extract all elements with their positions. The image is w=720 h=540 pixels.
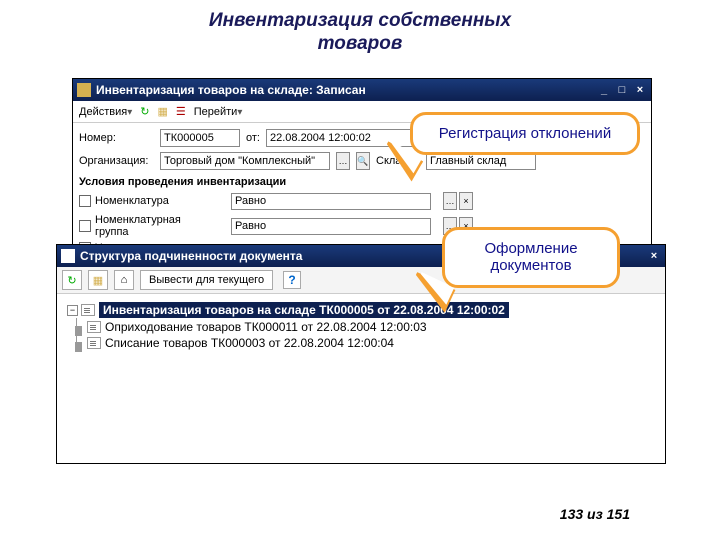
callout-line2: документов bbox=[490, 257, 571, 274]
minimize-button[interactable]: _ bbox=[597, 84, 611, 96]
close-button[interactable]: × bbox=[633, 84, 647, 96]
toolbar-icon[interactable]: ▦ bbox=[157, 105, 167, 118]
callout-line1: Оформление bbox=[484, 240, 577, 257]
date-label: от: bbox=[246, 132, 260, 144]
num-input[interactable]: ТК000005 bbox=[160, 129, 240, 147]
refresh-icon[interactable]: ↻ bbox=[62, 270, 82, 290]
slide-title: Инвентаризация собственных товаров bbox=[0, 0, 720, 64]
group-checkbox[interactable] bbox=[79, 220, 91, 232]
maximize-button[interactable]: □ bbox=[615, 84, 629, 96]
toolbar-icon[interactable]: ↻ bbox=[140, 105, 149, 118]
callout-registration: Регистрация отклонений bbox=[410, 112, 640, 155]
close-button[interactable]: × bbox=[647, 250, 661, 262]
window-buttons: × bbox=[647, 250, 661, 262]
tree-child-row[interactable]: Оприходование товаров ТК000011 от 22.08.… bbox=[87, 320, 655, 334]
doc-icon[interactable]: ▦ bbox=[88, 270, 108, 290]
tree-child-text: Списание товаров ТК000003 от 22.08.2004 … bbox=[105, 336, 394, 350]
document-icon bbox=[87, 337, 101, 349]
tree-icon[interactable]: ⌂ bbox=[114, 270, 134, 290]
document-icon bbox=[81, 304, 95, 316]
window-title: Инвентаризация товаров на складе: Записа… bbox=[96, 83, 597, 97]
nomen-checkbox[interactable] bbox=[79, 195, 91, 207]
window-buttons: _ □ × bbox=[597, 84, 647, 96]
org-label: Организация: bbox=[79, 155, 154, 167]
nomen-select[interactable]: … bbox=[443, 192, 457, 210]
nomen-clear[interactable]: × bbox=[459, 192, 473, 210]
tree-area: − Инвентаризация товаров на складе ТК000… bbox=[57, 294, 665, 358]
page-counter: 133 из 151 bbox=[560, 506, 630, 522]
page-total: 151 bbox=[607, 506, 630, 522]
expand-icon[interactable]: − bbox=[67, 305, 78, 316]
num-label: Номер: bbox=[79, 132, 154, 144]
actions-menu[interactable]: Действия▾ bbox=[79, 106, 132, 118]
title-line1: Инвентаризация собственных bbox=[209, 10, 511, 31]
toolbar-icon[interactable]: ☰ bbox=[176, 105, 186, 118]
org-search-button[interactable]: 🔍 bbox=[356, 152, 370, 170]
goto-menu[interactable]: Перейти▾ bbox=[194, 106, 243, 118]
org-select-button[interactable]: … bbox=[336, 152, 350, 170]
title-line2: товаров bbox=[318, 33, 403, 54]
window-icon bbox=[77, 83, 91, 97]
tree-root-row[interactable]: − Инвентаризация товаров на складе ТК000… bbox=[67, 302, 655, 318]
callout-documents: Оформление документов bbox=[442, 227, 620, 288]
group-value[interactable]: Равно bbox=[231, 218, 431, 235]
window-icon bbox=[61, 249, 75, 263]
help-icon[interactable]: ? bbox=[283, 271, 301, 289]
document-icon bbox=[87, 321, 101, 333]
page-current: 133 bbox=[560, 506, 583, 522]
tree-child-text: Оприходование товаров ТК000011 от 22.08.… bbox=[105, 320, 427, 334]
nomen-label: Номенклатура bbox=[95, 195, 215, 207]
section-label: Условия проведения инвентаризации bbox=[79, 176, 645, 188]
page-of: из bbox=[587, 506, 603, 522]
org-input[interactable]: Торговый дом "Комплексный" bbox=[160, 152, 330, 170]
tree-child-row[interactable]: Списание товаров ТК000003 от 22.08.2004 … bbox=[87, 336, 655, 350]
output-current-button[interactable]: Вывести для текущего bbox=[140, 270, 273, 290]
nomen-value[interactable]: Равно bbox=[231, 193, 431, 210]
titlebar[interactable]: Инвентаризация товаров на складе: Записа… bbox=[73, 79, 651, 101]
group-label: Номенклатурная группа bbox=[95, 214, 215, 238]
